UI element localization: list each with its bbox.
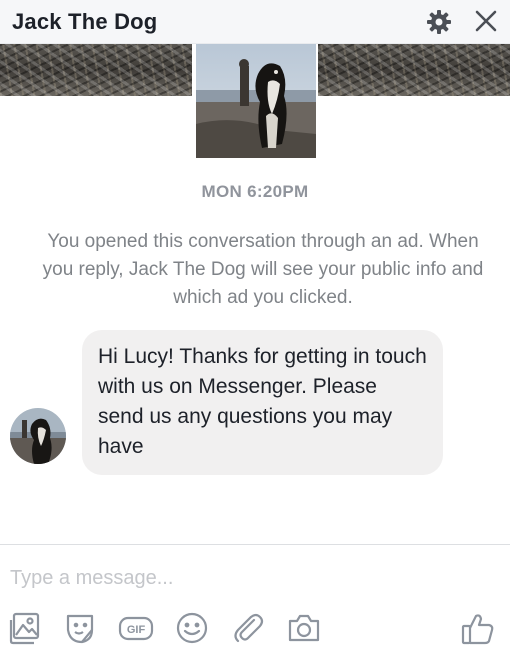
- emoji-icon[interactable]: [174, 610, 210, 646]
- camera-icon[interactable]: [286, 610, 322, 646]
- gif-icon[interactable]: GIF: [118, 610, 154, 646]
- thumbs-up-icon[interactable]: [460, 610, 496, 646]
- message-input[interactable]: Type a message...: [10, 567, 410, 590]
- ad-notice-text: You opened this conversation through an …: [42, 231, 484, 308]
- message-bubble[interactable]: Hi Lucy! Thanks for getting in touch wit…: [82, 330, 443, 475]
- gif-icon-label: GIF: [127, 624, 146, 636]
- sticker-icon[interactable]: [62, 610, 98, 646]
- chat-header: Jack The Dog: [0, 0, 510, 44]
- composer-divider: [0, 544, 510, 545]
- cover-image-left: [0, 44, 192, 96]
- page-profile-photo[interactable]: [196, 44, 316, 158]
- close-icon[interactable]: [474, 9, 498, 33]
- gear-icon[interactable]: [426, 9, 452, 35]
- photo-icon[interactable]: [8, 610, 44, 646]
- conversation-title[interactable]: Jack The Dog: [12, 9, 157, 35]
- avatar[interactable]: [10, 408, 66, 464]
- attachment-icon[interactable]: [230, 610, 266, 646]
- cover-image-right: [318, 44, 510, 96]
- message-timestamp: MON 6:20PM: [201, 182, 309, 201]
